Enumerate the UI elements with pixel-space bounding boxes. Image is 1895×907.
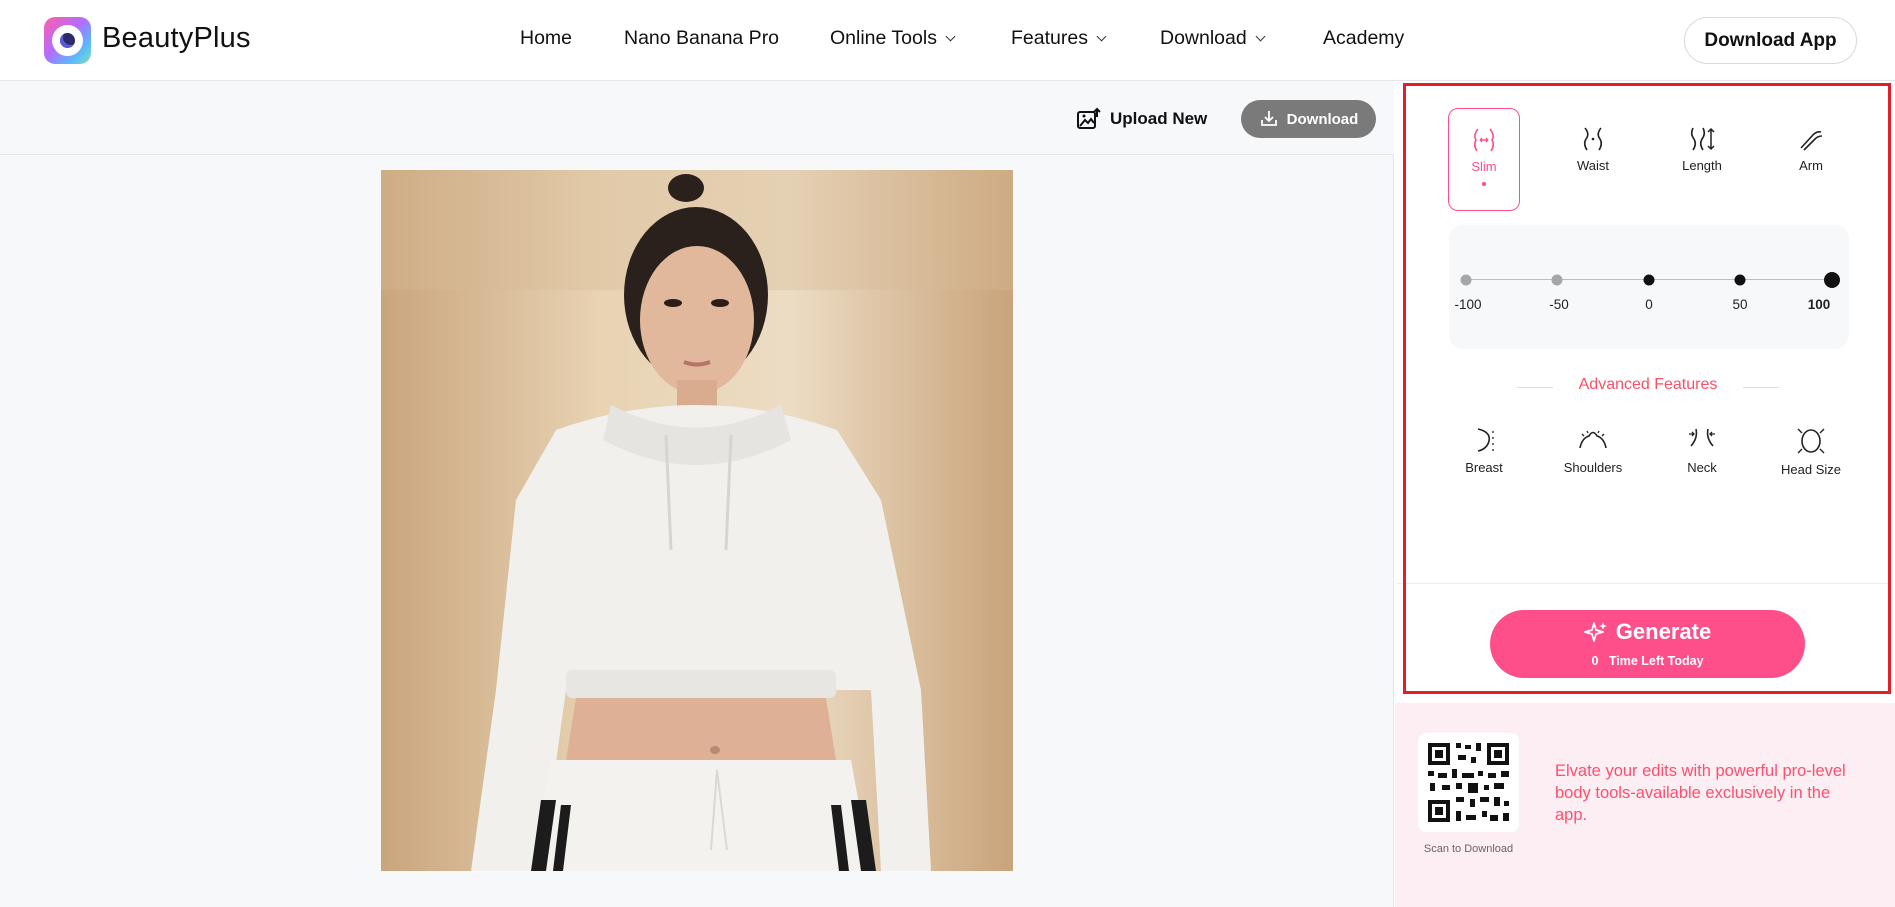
generate-remaining-label: Time Left Today	[1608, 654, 1704, 668]
download-button[interactable]: Download	[1241, 100, 1376, 138]
beautyplus-logo-icon[interactable]	[44, 17, 91, 64]
tool-length[interactable]: Length	[1666, 108, 1738, 211]
advanced-features-heading: Advanced Features	[1517, 376, 1779, 398]
active-indicator-dot	[1482, 182, 1486, 186]
edited-photo	[381, 170, 1013, 871]
generate-title: Generate	[1490, 619, 1805, 645]
qr-code-icon	[1428, 743, 1509, 822]
tool-arm[interactable]: Arm	[1775, 108, 1847, 211]
slider-stop[interactable]	[1551, 274, 1563, 286]
tool-neck-label: Neck	[1687, 460, 1717, 475]
nav-download[interactable]: Download	[1160, 27, 1266, 50]
shoulders-icon	[1579, 430, 1607, 449]
promo-text: Elvate your edits with powerful pro-leve…	[1555, 762, 1846, 824]
tool-breast[interactable]: Breast	[1444, 426, 1524, 475]
tool-length-label: Length	[1682, 158, 1722, 173]
nav-features-label: Features	[1011, 27, 1088, 49]
panel-divider	[1397, 583, 1891, 584]
upload-image-icon	[1077, 107, 1101, 129]
tool-slim[interactable]: Slim	[1448, 108, 1520, 211]
nav-academy[interactable]: Academy	[1323, 27, 1404, 50]
waist-icon	[1583, 127, 1603, 151]
generate-remaining-count: 0	[1591, 654, 1599, 668]
slider-stop[interactable]	[1734, 274, 1746, 286]
intensity-slider[interactable]: -100 -50 0 50 100	[1449, 225, 1849, 349]
tool-waist[interactable]: Waist	[1557, 108, 1629, 211]
slider-tick-label: 50	[1732, 297, 1748, 312]
slider-tick-label: 0	[1645, 297, 1653, 312]
download-icon	[1260, 111, 1277, 126]
person-photo-illustration	[381, 170, 1013, 871]
sparkle-icon	[1583, 622, 1607, 642]
head-size-icon	[1797, 428, 1825, 454]
tool-shoulders-label: Shoulders	[1563, 460, 1623, 475]
download-label: Download	[1286, 110, 1359, 128]
slider-stop[interactable]	[1460, 274, 1472, 286]
chevron-down-icon	[1096, 31, 1107, 42]
tool-arm-label: Arm	[1799, 158, 1823, 173]
nav-home[interactable]: Home	[520, 27, 572, 50]
nav-online-tools[interactable]: Online Tools	[830, 27, 956, 50]
tool-waist-label: Waist	[1576, 158, 1610, 173]
chevron-down-icon	[1255, 31, 1266, 42]
breast-icon	[1477, 428, 1494, 452]
tool-head-size-label: Head Size	[1781, 462, 1841, 477]
nav-download-label: Download	[1160, 27, 1247, 49]
length-icon	[1690, 127, 1715, 151]
nav-online-tools-label: Online Tools	[830, 27, 937, 49]
arm-icon	[1800, 131, 1823, 151]
generate-quota: 0 Time Left Today	[1490, 654, 1805, 668]
tool-head-size[interactable]: Head Size	[1771, 426, 1851, 477]
editor-toolbar: Upload New Download	[0, 81, 1394, 155]
slider-handle[interactable]	[1824, 272, 1840, 288]
neck-icon	[1689, 428, 1715, 447]
upload-new-label: Upload New	[1110, 109, 1208, 128]
nav-features[interactable]: Features	[1011, 27, 1107, 50]
scan-to-download-label: Scan to Download	[1423, 843, 1514, 855]
slider-stop[interactable]	[1643, 274, 1655, 286]
slider-tick-label: -50	[1549, 297, 1569, 312]
upload-new-button[interactable]: Upload New	[1076, 105, 1207, 133]
editor-canvas-area: Upload New Download	[0, 81, 1394, 907]
chevron-down-icon	[945, 31, 956, 42]
nav-nano-banana-pro[interactable]: Nano Banana Pro	[624, 27, 779, 50]
slider-tick-label: -100	[1454, 297, 1482, 312]
tool-slim-label: Slim	[1471, 159, 1497, 174]
generate-label: Generate	[1615, 619, 1712, 644]
top-nav-bar: BeautyPlus Home Nano Banana Pro Online T…	[0, 0, 1895, 81]
slider-tick-label: 100	[1807, 297, 1831, 312]
tool-breast-label: Breast	[1465, 460, 1503, 475]
qr-code	[1418, 733, 1519, 832]
tool-shoulders[interactable]: Shoulders	[1553, 426, 1633, 475]
tool-neck[interactable]: Neck	[1662, 426, 1742, 475]
download-app-button[interactable]: Download App	[1684, 17, 1857, 64]
generate-button[interactable]: Generate 0 Time Left Today	[1490, 610, 1805, 678]
slim-body-icon	[1473, 128, 1495, 152]
brand-name[interactable]: BeautyPlus	[102, 22, 251, 55]
